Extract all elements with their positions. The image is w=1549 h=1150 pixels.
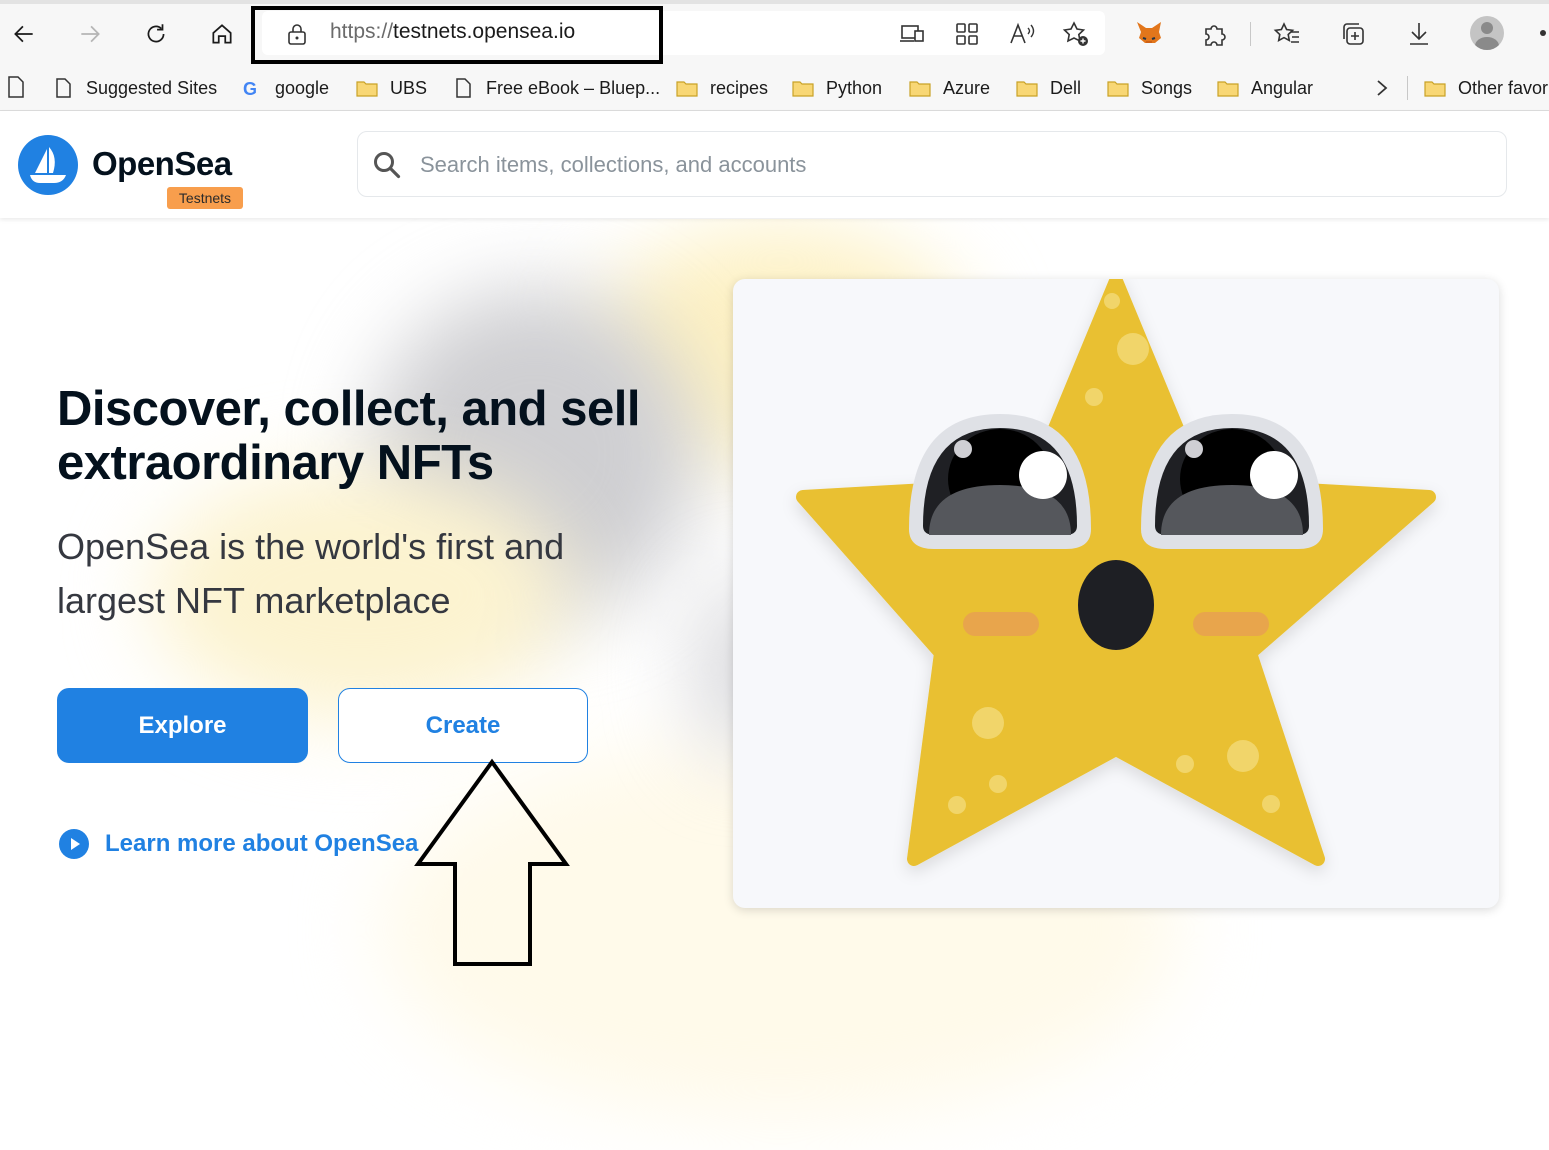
home-icon (212, 24, 232, 44)
favorites-bar: Suggested Sites Ggoogle UBS Free eBook – Bl… (0, 66, 1549, 111)
bookmark-label: google (275, 77, 330, 98)
toolbar-divider (1250, 22, 1251, 46)
bookmark-label: Angular (1251, 77, 1314, 98)
forward-arrow-icon (81, 25, 100, 43)
more-bookmarks-chevron-icon[interactable] (1372, 74, 1392, 102)
favorites-icon[interactable] (1273, 20, 1301, 48)
site-header: OpenSea Testnets (0, 111, 1549, 218)
apps-grid-icon[interactable] (953, 20, 981, 48)
bookmark-item[interactable]: Angular (1217, 74, 1313, 102)
bookmark-item[interactable]: Azure (909, 74, 990, 102)
folder-icon (1217, 78, 1239, 98)
bookmark-item[interactable]: Dell (1016, 74, 1081, 102)
sailboat-icon (30, 147, 66, 183)
bookmark-item[interactable]: UBS (356, 74, 427, 102)
forward-button[interactable] (70, 14, 110, 54)
refresh-button[interactable] (136, 14, 176, 54)
bookmark-label: Free eBook – Bluep... (486, 77, 661, 98)
bookmark-item[interactable]: Free eBook – Bluep... (452, 74, 660, 102)
page-icon (452, 78, 474, 98)
read-aloud-icon[interactable] (1008, 20, 1036, 48)
folder-icon (1424, 78, 1446, 98)
bookmark-label: Other favor (1458, 77, 1549, 98)
opensea-logo[interactable] (18, 135, 78, 195)
featured-nft-card[interactable] (733, 279, 1499, 908)
folder-icon (676, 78, 698, 98)
bookmark-item[interactable]: Python (792, 74, 882, 102)
star-character-image (796, 279, 1436, 866)
annotation-arrow (414, 758, 570, 966)
hero-title: Discover, collect, and sell extraordinar… (57, 382, 640, 490)
play-circle-icon (59, 829, 89, 859)
learn-more-link[interactable]: Learn more about OpenSea (58, 828, 418, 860)
profile-avatar[interactable] (1470, 16, 1504, 50)
folder-icon (1016, 78, 1038, 98)
bookmark-item[interactable]: recipes (676, 74, 768, 102)
tab-strip (0, 0, 1549, 4)
bookmark-item[interactable]: Other favor (1424, 74, 1548, 102)
bookmark-item[interactable]: Songs (1107, 74, 1192, 102)
search-input[interactable] (418, 144, 1482, 186)
explore-button[interactable]: Explore (57, 688, 308, 763)
bookmark-label: Azure (943, 77, 991, 98)
bookmark-label: Suggested Sites (86, 77, 218, 98)
create-button[interactable]: Create (338, 688, 588, 763)
metamask-fox-icon[interactable] (1134, 18, 1164, 48)
device-icon[interactable] (898, 20, 926, 48)
home-button[interactable] (202, 14, 242, 54)
learn-more-label: Learn more about OpenSea (105, 830, 419, 857)
more-menu-icon[interactable] (1540, 30, 1546, 36)
search-box[interactable] (357, 131, 1507, 197)
avatar-body (1475, 37, 1499, 50)
bookmark-label: Python (826, 77, 883, 98)
add-favorite-icon[interactable] (1062, 20, 1090, 48)
extensions-puzzle-icon[interactable] (1200, 20, 1228, 48)
testnets-badge: Testnets (167, 187, 243, 209)
collections-icon[interactable] (1339, 20, 1367, 48)
bookmark-label: Songs (1141, 77, 1193, 98)
hero-subtitle: OpenSea is the world's first and largest… (57, 526, 565, 621)
annotation-highlight-box (251, 6, 663, 64)
back-arrow-icon (14, 25, 33, 43)
favorites-page-icon[interactable] (6, 75, 26, 99)
bookmark-item[interactable]: Suggested Sites (52, 74, 217, 102)
svg-text:G: G (243, 79, 257, 98)
browser-toolbar: https://testnets.opensea.io (0, 0, 1549, 66)
bookmark-label: UBS (390, 77, 428, 98)
logo-text[interactable]: OpenSea (92, 145, 232, 183)
folder-icon (356, 78, 378, 98)
bookmark-label: recipes (710, 77, 769, 98)
search-icon (374, 152, 401, 179)
avatar-head (1481, 22, 1493, 34)
back-button[interactable] (4, 14, 44, 54)
folder-icon (792, 78, 814, 98)
refresh-icon (147, 24, 165, 43)
downloads-icon[interactable] (1405, 20, 1433, 48)
folder-icon (909, 78, 931, 98)
folder-icon (1107, 78, 1129, 98)
bookmark-label: Dell (1050, 77, 1082, 98)
google-icon: G (241, 78, 263, 99)
bookmark-item[interactable]: Ggoogle (241, 74, 329, 102)
bookmarks-divider (1407, 76, 1408, 100)
page-icon (52, 78, 74, 98)
